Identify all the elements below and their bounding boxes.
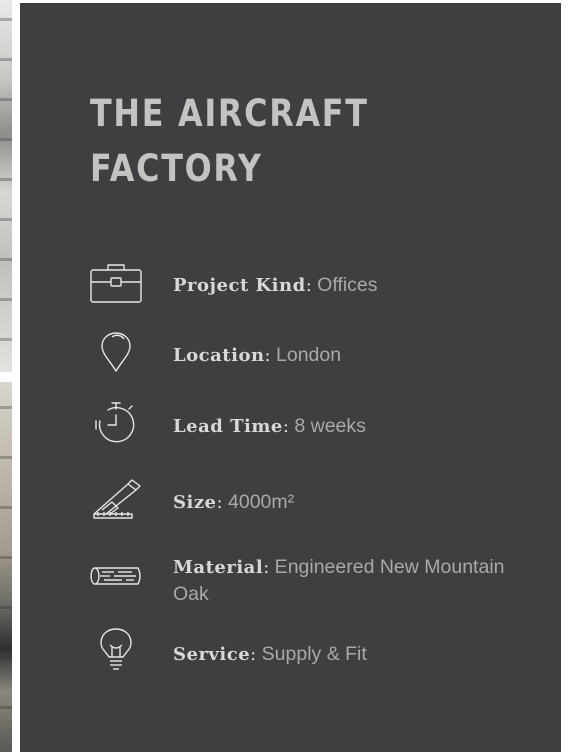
project-photo-strip	[0, 0, 12, 752]
page: THE AIRCRAFT FACTORY Project Kind: Offic…	[0, 0, 577, 752]
spec-value: Offices	[311, 274, 378, 296]
spec-label: Service	[173, 644, 251, 665]
spec-value: London	[270, 344, 342, 366]
spec-label: Lead Time	[173, 416, 283, 437]
location-pin-icon	[88, 331, 144, 377]
timber-log-icon	[88, 553, 144, 599]
spec-value: Supply & Fit	[256, 643, 367, 665]
spec-label: Material	[173, 557, 264, 578]
project-photo-bottom[interactable]	[0, 382, 12, 752]
project-title-line-1: THE AIRCRAFT	[90, 92, 369, 135]
spec-label: Size	[173, 492, 217, 513]
spec-label: Location	[173, 345, 265, 366]
project-info-panel: THE AIRCRAFT FACTORY Project Kind: Offic…	[20, 3, 561, 752]
spec-label: Project Kind	[173, 275, 306, 296]
spec-text-service: Service: Supply & Fit	[173, 641, 543, 668]
ruler-pencil-icon	[88, 476, 144, 522]
spec-text-lead-time: Lead Time: 8 weeks	[173, 413, 543, 440]
spec-text-location: Location: London	[173, 342, 543, 369]
spec-text-project-kind: Project Kind: Offices	[173, 272, 543, 299]
stopwatch-icon	[88, 401, 144, 447]
spec-text-material: Material: Engineered New Mountain Oak	[173, 554, 543, 607]
project-title: THE AIRCRAFT FACTORY	[90, 86, 451, 196]
project-photo-top[interactable]	[0, 0, 12, 372]
photo-divider	[0, 372, 12, 382]
project-title-line-2: FACTORY	[90, 147, 263, 190]
spec-text-size: Size: 4000m²	[173, 489, 543, 516]
briefcase-icon	[88, 261, 144, 307]
spec-value: 4000m²	[222, 491, 295, 513]
lightbulb-icon	[88, 627, 144, 673]
spec-value: 8 weeks	[288, 415, 366, 437]
